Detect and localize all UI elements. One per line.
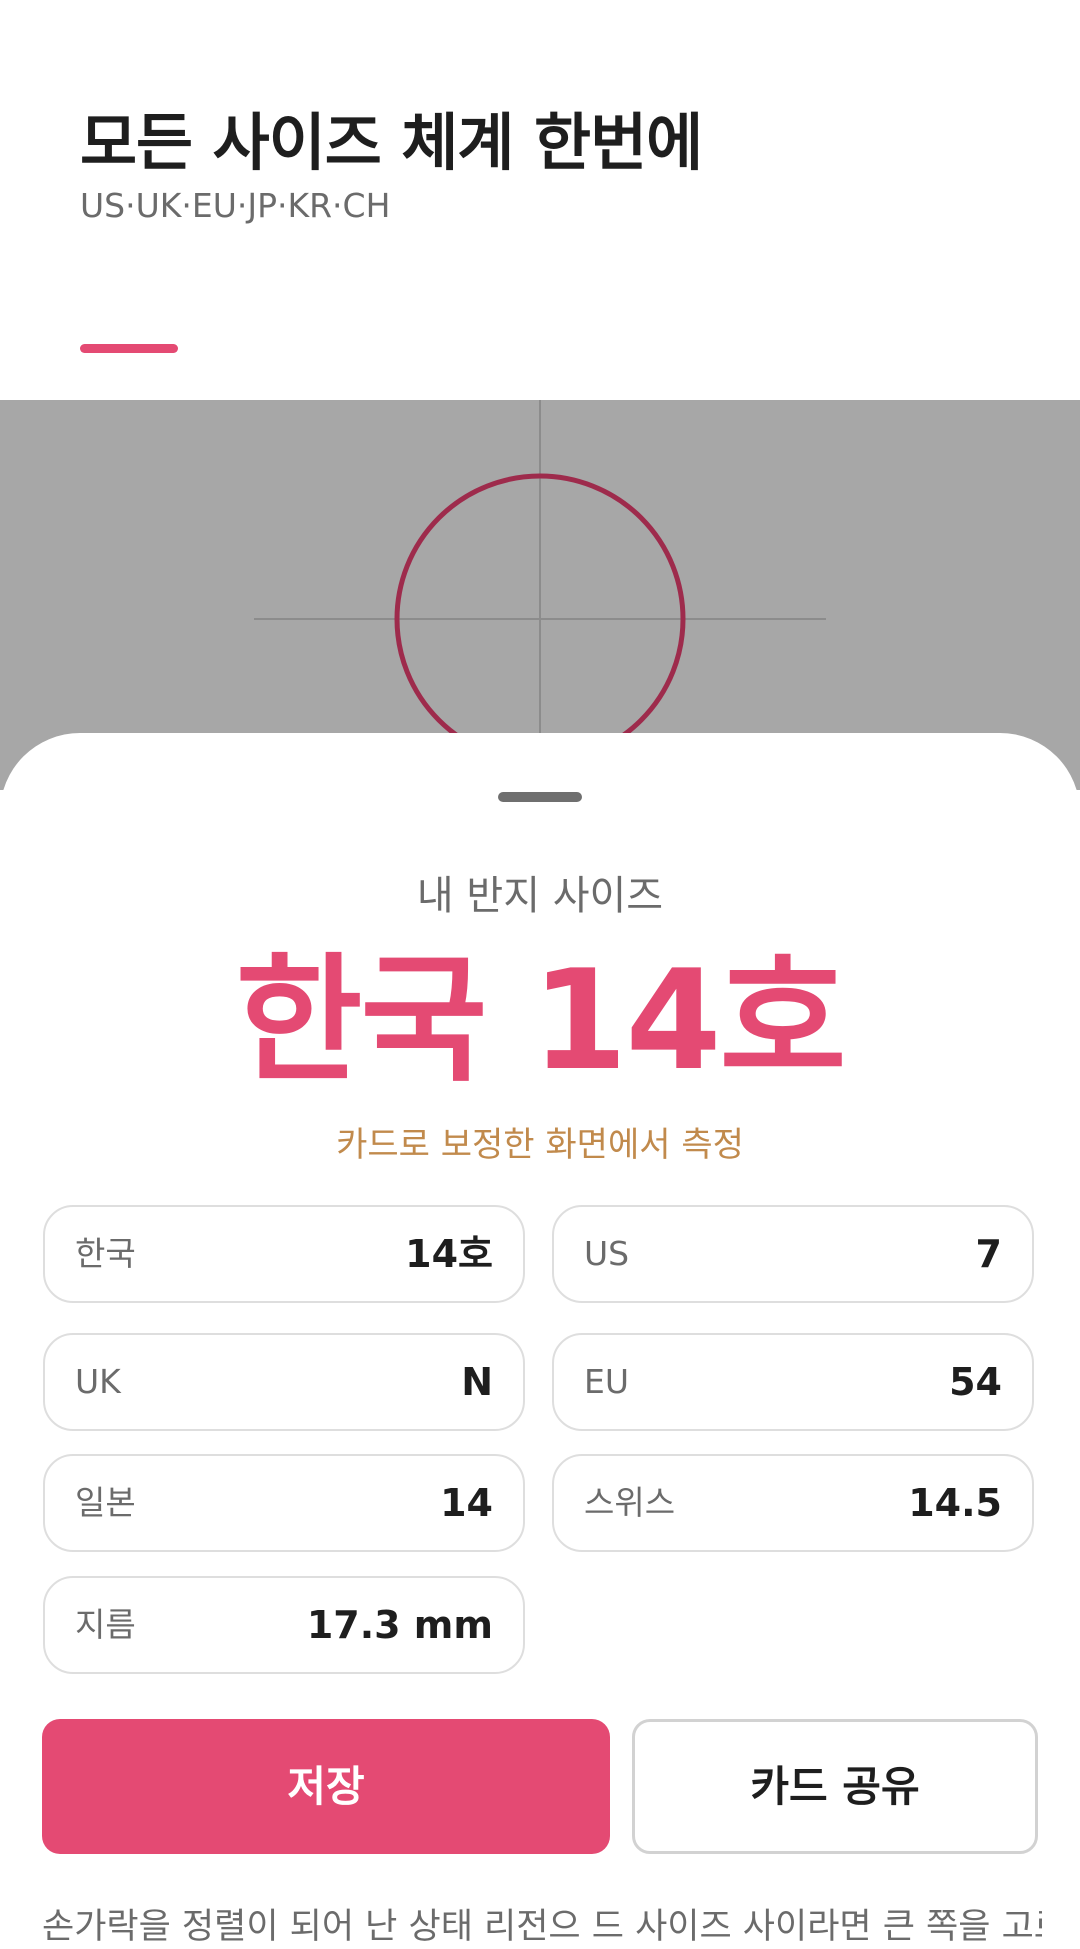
size-cell-label: 한국 bbox=[75, 1234, 136, 1273]
tip-text: 손가락을 정렬이 되어 난 상태 리전으 드 사이즈 사이라면 큰 쪽을 고르 bbox=[42, 1907, 1042, 1947]
result-label: 내 반지 사이즈 bbox=[416, 873, 664, 919]
measurement-area[interactable] bbox=[0, 400, 1080, 790]
main-ring-size: 한국 14호 bbox=[235, 940, 847, 1101]
size-cell-value: 54 bbox=[949, 1360, 1002, 1404]
size-cell-value: 17.3 mm bbox=[306, 1603, 493, 1647]
size-cell-value: 14호 bbox=[405, 1232, 493, 1276]
size-cell-value: 14.5 bbox=[908, 1481, 1002, 1525]
sheet-handle[interactable] bbox=[498, 792, 582, 802]
size-cell-label: 스위스 bbox=[584, 1483, 676, 1522]
size-cell-label: 지름 bbox=[75, 1605, 136, 1644]
size-cell-diameter: 지름 17.3 mm bbox=[43, 1576, 525, 1674]
size-cell-uk: UK N bbox=[43, 1333, 525, 1431]
page-indicator bbox=[80, 344, 178, 353]
size-cell-label: EU bbox=[584, 1362, 630, 1401]
page-title: 모든 사이즈 체계 한번에 bbox=[80, 106, 703, 179]
size-cell-us: US 7 bbox=[552, 1205, 1034, 1303]
result-sheet: 내 반지 사이즈 한국 14호 카드로 보정한 화면에서 측정 한국 14호 U… bbox=[0, 733, 1080, 1947]
size-cell-value: 7 bbox=[975, 1232, 1002, 1276]
page-subtitle: US·UK·EU·JP·KR·CH bbox=[80, 186, 391, 225]
size-cell-eu: EU 54 bbox=[552, 1333, 1034, 1431]
size-cell-japan: 일본 14 bbox=[43, 1454, 525, 1552]
size-cell-korea: 한국 14호 bbox=[43, 1205, 525, 1303]
save-button[interactable]: 저장 bbox=[42, 1719, 610, 1854]
share-card-button[interactable]: 카드 공유 bbox=[632, 1719, 1038, 1854]
size-cell-value: 14 bbox=[440, 1481, 493, 1525]
calibration-note: 카드로 보정한 화면에서 측정 bbox=[336, 1125, 744, 1165]
size-cell-label: 일본 bbox=[75, 1483, 136, 1522]
size-cell-swiss: 스위스 14.5 bbox=[552, 1454, 1034, 1552]
size-cell-label: US bbox=[584, 1234, 630, 1273]
size-cell-value: N bbox=[461, 1360, 493, 1404]
ring-guide bbox=[254, 400, 826, 790]
size-cell-label: UK bbox=[75, 1362, 121, 1401]
header: 모든 사이즈 체계 한번에 US·UK·EU·JP·KR·CH bbox=[0, 0, 1080, 400]
